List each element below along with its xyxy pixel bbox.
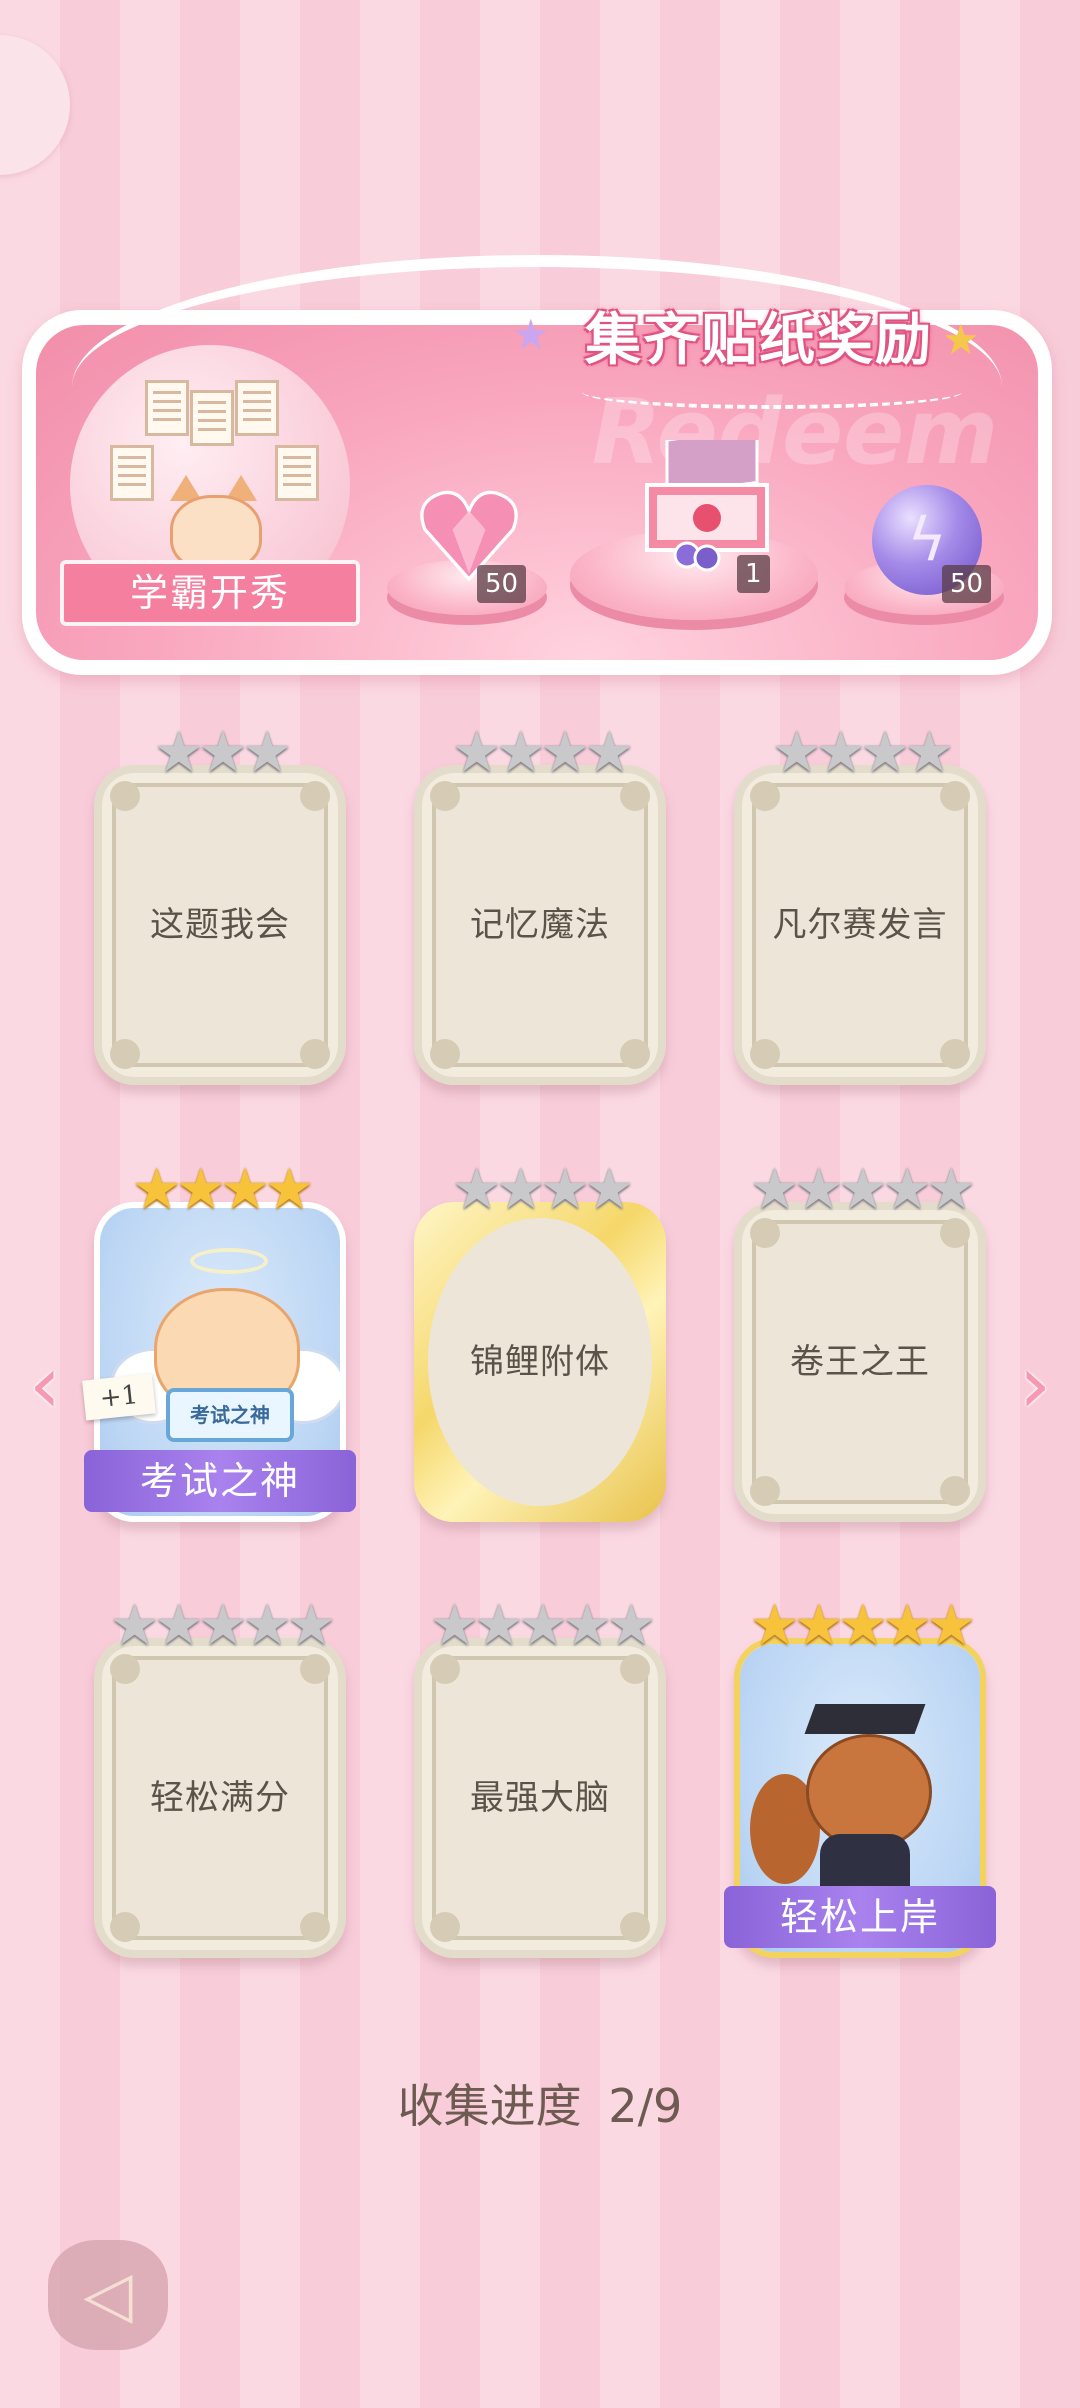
sticker-card[interactable]: 凡尔赛发言 ★★★★ (734, 725, 986, 1085)
reward-count: 50 (942, 565, 992, 603)
halo-icon (190, 1248, 268, 1274)
graduation-cap-icon (804, 1704, 926, 1734)
back-button[interactable]: ◁ (48, 2240, 168, 2350)
star-rating: ★★★★ (131, 1157, 315, 1222)
graduate-squirrel-icon (806, 1734, 932, 1850)
decorative-dash (582, 375, 962, 409)
cat-sign: 考试之神 (166, 1388, 294, 1442)
progress-label: 收集进度 (397, 2079, 582, 2133)
sticker-name: 最强大脑 (470, 1778, 610, 1818)
star-rating: ★★★★★ (109, 1593, 336, 1658)
duplicate-count-tag: +1 (82, 1373, 156, 1421)
next-page-arrow-icon[interactable]: › (1010, 1340, 1060, 1430)
sparkle-star-icon: ★ (512, 310, 550, 359)
paper-icon (110, 445, 154, 501)
reward-count: 50 (477, 565, 527, 603)
progress-value: 2/9 (608, 2079, 683, 2133)
paper-icon (275, 445, 319, 501)
star-rating: ★★★★★ (749, 1593, 976, 1658)
sticker-card[interactable]: 记忆魔法 ★★★★ (414, 725, 666, 1085)
corner-menu-button[interactable] (0, 35, 70, 175)
sticker-card[interactable]: 卷王之王 ★★★★★ (734, 1162, 986, 1522)
star-rating: ★★★★★ (749, 1157, 976, 1222)
banner-title: 集齐贴纸奖励 (585, 308, 933, 373)
reward-banner: Redeem ★ 集齐贴纸奖励 ★ 学霸开秀 50 1 ϟ 50 (22, 255, 1052, 675)
sticker-name: 卷王之王 (790, 1342, 930, 1382)
sticker-name: 轻松满分 (150, 1778, 290, 1818)
ribbon-label: 学霸开秀 (129, 571, 290, 615)
prev-page-arrow-icon[interactable]: ‹ (20, 1340, 70, 1430)
sticker-name: 这题我会 (150, 905, 290, 945)
sticker-card[interactable]: 考试之神 考试之神 +1 ★★★★ (82, 1157, 356, 1522)
sticker-name: 记忆魔法 (470, 905, 610, 945)
star-rating: ★★★★★ (429, 1593, 656, 1658)
sticker-card[interactable]: 轻松上岸 ★★★★★ (724, 1593, 996, 1958)
star-rating: ★★★ (153, 720, 293, 785)
star-rating: ★★★★ (451, 1157, 635, 1222)
collection-progress: 收集进度 2/9 (0, 2070, 1080, 2136)
paper-icon (235, 380, 279, 436)
sticker-name: 凡尔赛发言 (772, 905, 948, 945)
sticker-card[interactable]: 锦鲤附体 ★★★★ (414, 1162, 666, 1522)
sticker-name-banner: 轻松上岸 (724, 1886, 996, 1948)
sticker-card[interactable]: 这题我会 ★★★ (94, 725, 346, 1085)
sparkle-star-icon: ★ (942, 315, 980, 364)
star-rating: ★★★★ (771, 720, 955, 785)
sticker-name: 锦鲤附体 (470, 1342, 610, 1382)
reward-count: 1 (737, 555, 770, 593)
paper-icon (145, 380, 189, 436)
back-arrow-icon: ◁ (83, 2258, 133, 2332)
star-rating: ★★★★ (451, 720, 635, 785)
sticker-card[interactable]: 最强大脑 ★★★★★ (414, 1598, 666, 1958)
sticker-card[interactable]: 轻松满分 ★★★★★ (94, 1598, 346, 1958)
sticker-name-banner: 考试之神 (84, 1450, 356, 1512)
paper-icon (190, 390, 234, 446)
